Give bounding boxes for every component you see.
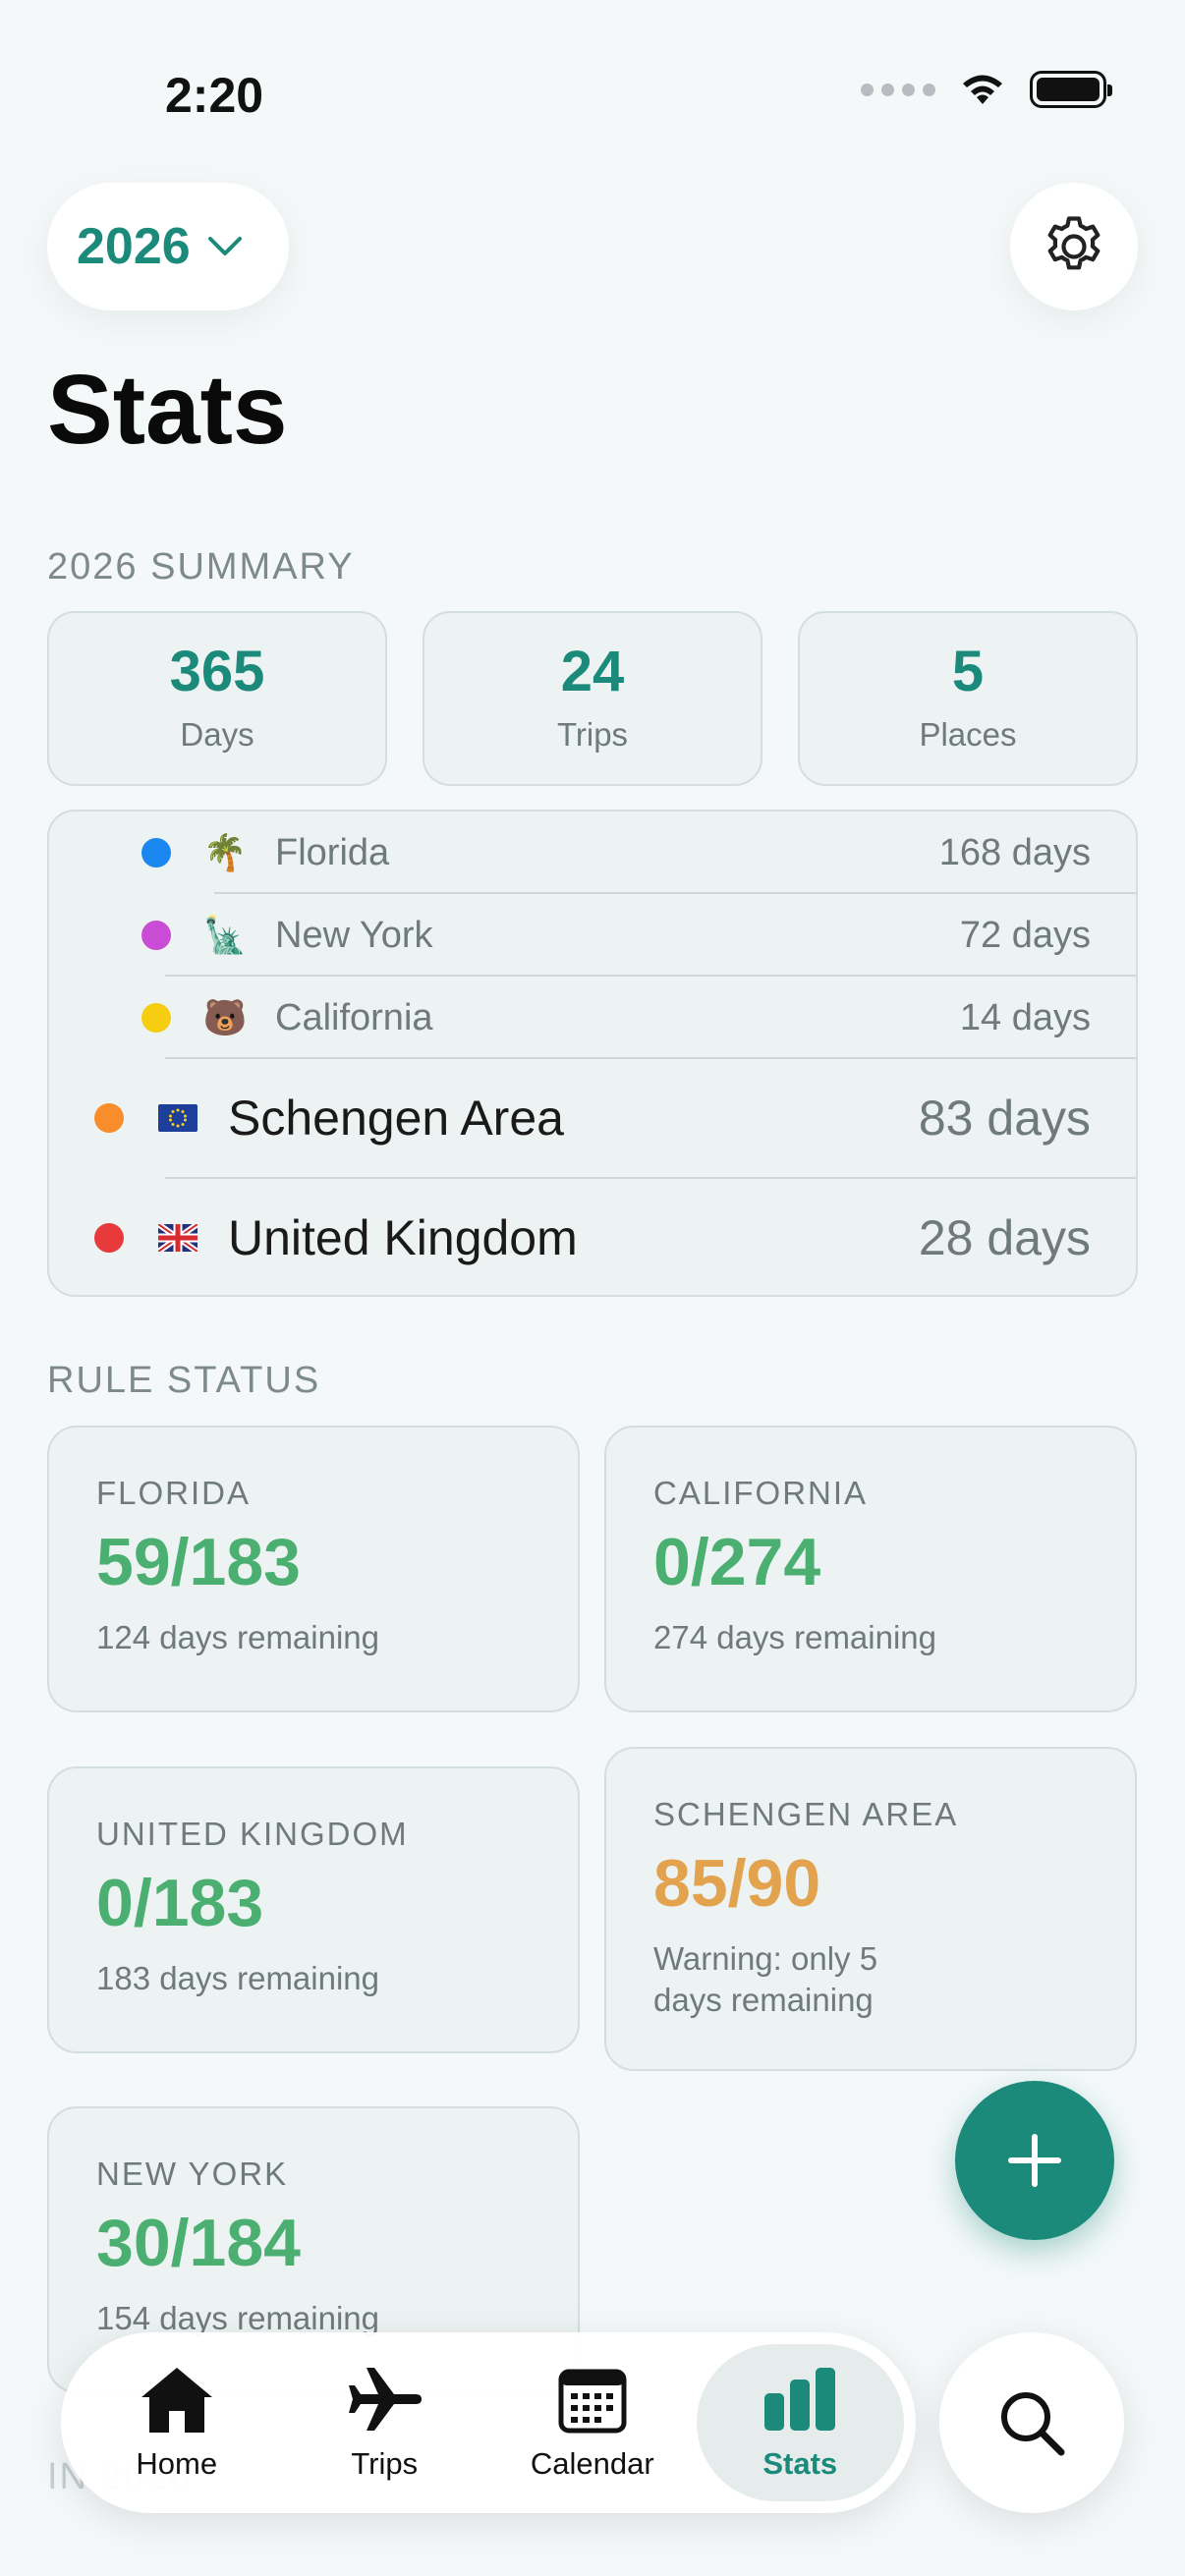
tab-home[interactable]: Home	[73, 2344, 281, 2501]
summary-label: Places	[919, 716, 1017, 753]
wifi-icon	[963, 75, 1002, 104]
rule-remaining: 274 days remaining	[653, 1619, 937, 1656]
bear-icon: 🐻	[202, 997, 248, 1037]
rule-card-united-kingdom[interactable]: UNITED KINGDOM 0/183 183 days remaining	[47, 1766, 580, 2053]
palm-tree-icon: 🌴	[202, 832, 248, 872]
airplane-icon	[349, 2368, 423, 2431]
search-button[interactable]	[939, 2332, 1124, 2513]
rule-value: 85/90	[653, 1846, 821, 1921]
place-name: California	[275, 996, 433, 1038]
plus-icon	[1008, 2134, 1061, 2187]
year-label: 2026	[77, 218, 191, 275]
summary-card-places: 5 Places	[798, 611, 1138, 786]
summary-value: 24	[560, 640, 625, 703]
place-days: 72 days	[959, 914, 1091, 956]
color-dot	[94, 1103, 124, 1133]
summary-value: 5	[951, 640, 985, 703]
place-row-florida[interactable]: 🌴 Florida 168 days	[141, 812, 1136, 894]
color-dot	[94, 1223, 124, 1253]
tab-bar: Home Trips Calendar Stats	[61, 2332, 916, 2513]
rule-name: NEW YORK	[96, 2156, 289, 2192]
place-name: Schengen Area	[228, 1091, 564, 1146]
gear-icon	[1047, 216, 1100, 270]
rule-status-section-title: RULE STATUS	[47, 1360, 321, 1401]
color-dot	[141, 1003, 171, 1033]
place-days: 28 days	[918, 1210, 1091, 1265]
rule-remaining: Warning: only 5 days remaining	[653, 1940, 878, 2018]
uk-flag-icon	[157, 1217, 198, 1259]
add-trip-button[interactable]	[955, 2081, 1114, 2240]
rule-name: FLORIDA	[96, 1475, 252, 1511]
color-dot	[141, 838, 171, 868]
rule-value: 0/274	[653, 1525, 821, 1599]
battery-icon	[1030, 71, 1112, 108]
rule-card-california[interactable]: CALIFORNIA 0/274 274 days remaining	[604, 1426, 1137, 1712]
place-row-new-york[interactable]: 🗽 New York 72 days	[141, 894, 1136, 977]
bar-chart-icon	[764, 2368, 836, 2431]
eu-flag-icon	[157, 1097, 198, 1139]
rule-card-florida[interactable]: FLORIDA 59/183 124 days remaining	[47, 1426, 580, 1712]
statue-of-liberty-icon: 🗽	[202, 915, 248, 955]
rule-remaining: 183 days remaining	[96, 1960, 380, 1997]
summary-label: Trips	[556, 716, 629, 753]
year-picker[interactable]: 2026	[47, 183, 289, 310]
search-icon	[1001, 2392, 1065, 2456]
tab-trips[interactable]: Trips	[281, 2344, 489, 2501]
tab-label: Calendar	[530, 2446, 654, 2481]
summary-card-trips: 24 Trips	[423, 611, 762, 786]
place-days: 168 days	[938, 831, 1091, 873]
rule-value: 0/183	[96, 1866, 264, 1940]
place-row-united-kingdom[interactable]: United Kingdom 28 days	[94, 1179, 1136, 1295]
place-days: 14 days	[959, 996, 1091, 1038]
summary-cards: 365 Days 24 Trips 5 Places	[47, 611, 1138, 786]
tab-label: Trips	[351, 2446, 419, 2481]
place-row-california[interactable]: 🐻 California 14 days	[141, 977, 1136, 1059]
summary-label: Days	[180, 716, 254, 753]
tab-label: Home	[136, 2446, 218, 2481]
calendar-icon	[558, 2369, 627, 2434]
places-list: 🌴 Florida 168 days 🗽 New York 72 days 🐻 …	[47, 810, 1138, 1297]
summary-card-days: 365 Days	[47, 611, 387, 786]
color-dot	[141, 921, 171, 950]
place-row-schengen-area[interactable]: Schengen Area 83 days	[94, 1059, 1136, 1177]
tab-calendar[interactable]: Calendar	[488, 2344, 697, 2501]
rule-card-schengen-area[interactable]: SCHENGEN AREA 85/90 Warning: only 5 days…	[604, 1747, 1137, 2071]
rule-value: 59/183	[96, 1525, 301, 1599]
tab-label: Stats	[762, 2446, 838, 2481]
page-title: Stats	[47, 355, 288, 465]
settings-button[interactable]	[1010, 183, 1138, 310]
place-name: Florida	[275, 831, 390, 873]
rule-remaining: 124 days remaining	[96, 1619, 380, 1656]
place-days: 83 days	[918, 1091, 1091, 1146]
place-name: New York	[275, 914, 433, 956]
house-icon	[141, 2368, 212, 2433]
tab-stats[interactable]: Stats	[696, 2344, 904, 2501]
rule-name: UNITED KINGDOM	[96, 1816, 409, 1852]
status-time: 2:20	[165, 68, 264, 123]
rule-name: SCHENGEN AREA	[653, 1796, 959, 1832]
summary-section-title: 2026 SUMMARY	[47, 546, 355, 588]
cellular-signal-icon	[861, 83, 935, 96]
rule-name: CALIFORNIA	[653, 1475, 869, 1511]
status-icons	[861, 71, 1112, 108]
chevron-down-icon	[207, 237, 242, 255]
summary-value: 365	[169, 640, 265, 703]
place-name: United Kingdom	[228, 1210, 578, 1265]
rule-value: 30/184	[96, 2206, 301, 2280]
